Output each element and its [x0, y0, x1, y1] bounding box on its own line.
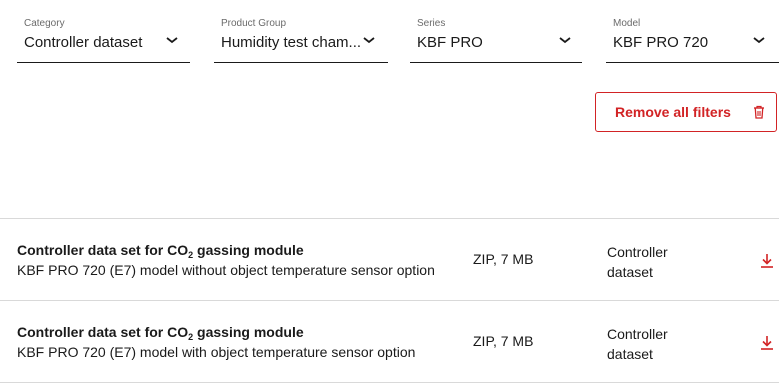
- category-filter-label: Category: [24, 18, 65, 29]
- series-filter[interactable]: Series KBF PRO: [410, 14, 582, 63]
- trash-icon: [754, 105, 764, 119]
- download-icon[interactable]: [760, 335, 774, 351]
- series-filter-label: Series: [417, 18, 446, 29]
- download-title: Controller data set for CO2 gassing modu…: [17, 324, 304, 342]
- download-icon[interactable]: [760, 253, 774, 269]
- chevron-down-icon: [166, 37, 178, 44]
- chevron-down-icon: [559, 37, 571, 44]
- category-filter-value: Controller dataset: [24, 34, 143, 51]
- model-filter-value: KBF PRO 720: [613, 34, 709, 51]
- product-group-filter[interactable]: Product Group Humidity test cham...: [214, 14, 388, 63]
- filter-bar: Category Controller dataset Product Grou…: [0, 14, 779, 64]
- series-filter-value: KBF PRO: [417, 34, 483, 51]
- category-filter[interactable]: Category Controller dataset: [17, 14, 190, 63]
- download-description: KBF PRO 720 (E7) model with object tempe…: [17, 344, 416, 360]
- file-type: Controller dataset: [607, 326, 668, 362]
- download-title: Controller data set for CO2 gassing modu…: [17, 242, 304, 260]
- file-size: ZIP, 7 MB: [473, 251, 534, 267]
- remove-all-filters-label: Remove all filters: [615, 104, 731, 120]
- download-description: KBF PRO 720 (E7) model without object te…: [17, 262, 435, 278]
- file-size: ZIP, 7 MB: [473, 333, 534, 349]
- file-type: Controller dataset: [607, 244, 668, 280]
- download-row: Controller data set for CO2 gassing modu…: [0, 219, 779, 301]
- model-filter[interactable]: Model KBF PRO 720: [606, 14, 779, 63]
- product-group-filter-value: Humidity test cham...: [221, 34, 362, 51]
- download-row: Controller data set for CO2 gassing modu…: [0, 301, 779, 383]
- product-group-filter-label: Product Group: [221, 18, 287, 29]
- remove-all-filters-button[interactable]: Remove all filters: [595, 92, 777, 132]
- model-filter-label: Model: [613, 18, 641, 29]
- chevron-down-icon: [753, 37, 765, 44]
- chevron-down-icon: [363, 37, 375, 44]
- divider: [0, 382, 779, 383]
